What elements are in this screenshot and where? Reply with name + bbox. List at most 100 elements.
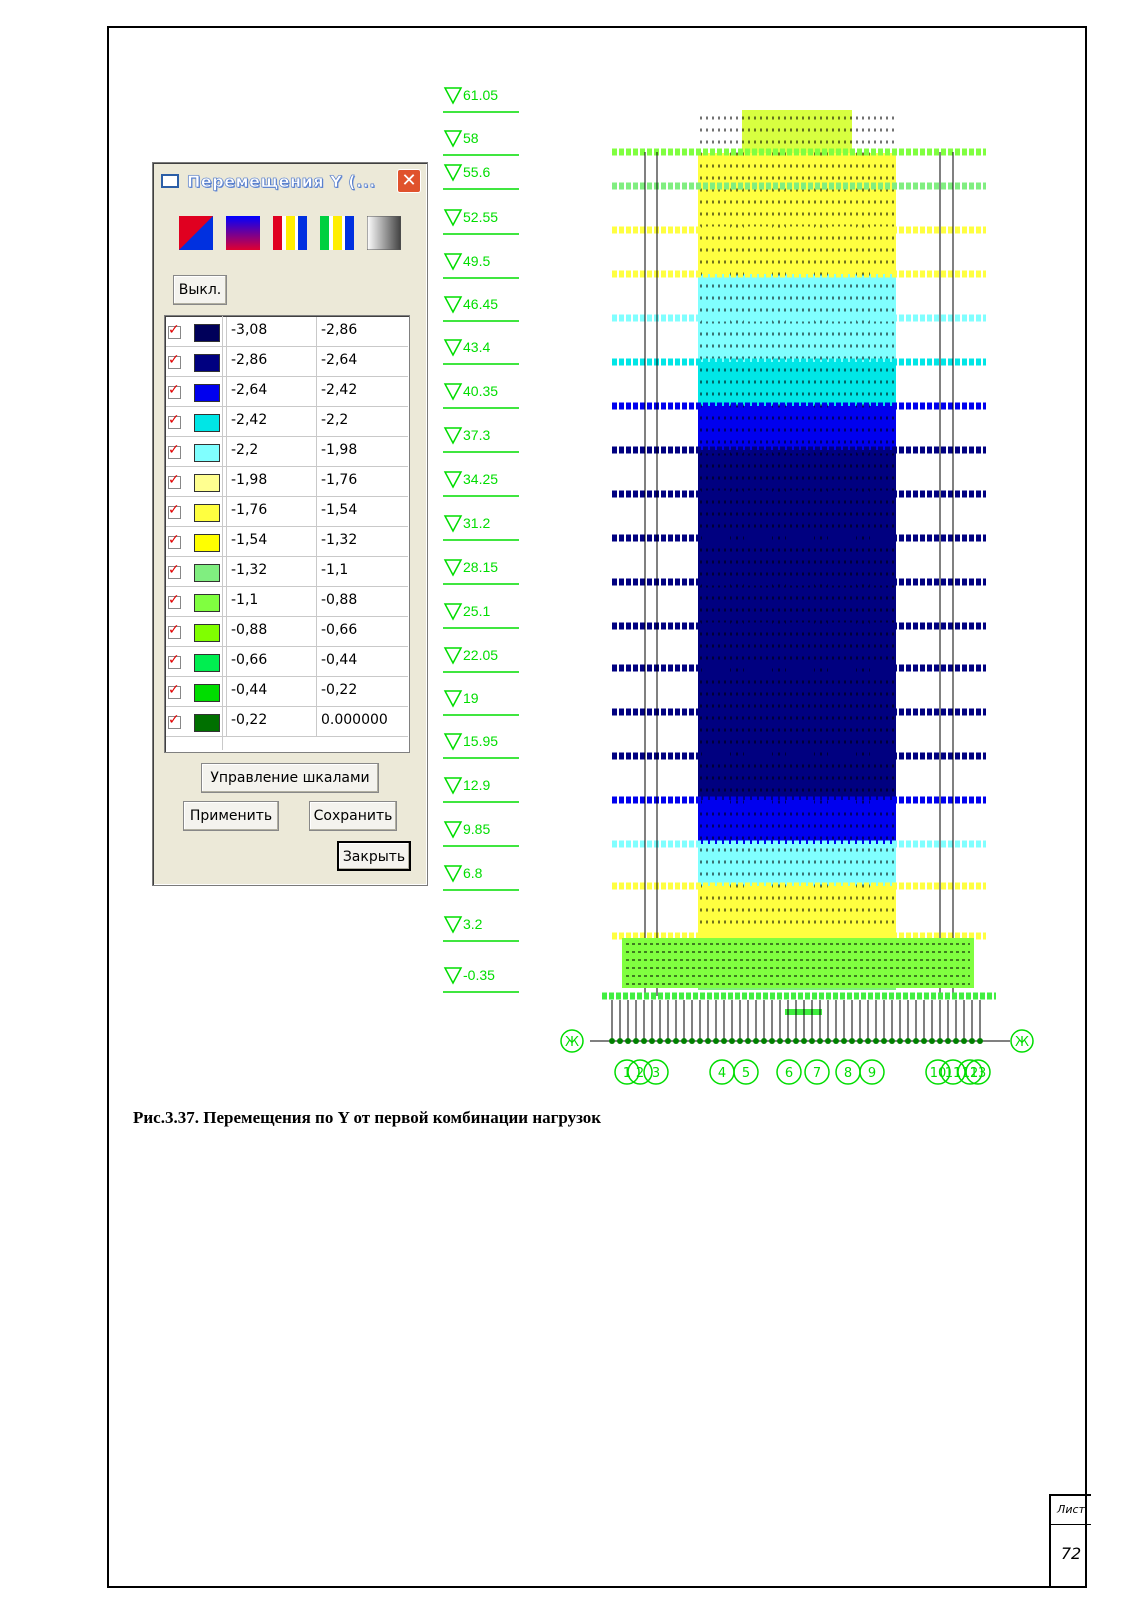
legend-color-swatch[interactable] [194,354,220,372]
level-label: 40.35 [463,383,498,399]
legend-from[interactable]: -2,2 [226,437,316,467]
level-label: 34.25 [463,471,498,487]
legend-color-swatch[interactable] [194,384,220,402]
legend-checkbox[interactable] [168,592,181,609]
legend-to[interactable]: -2,42 [316,377,408,407]
legend-color-swatch[interactable] [194,504,220,522]
axis-column-label: 3 [652,1066,660,1081]
core-band [698,450,896,494]
legend-from[interactable]: -2,42 [226,407,316,437]
legend-to[interactable]: -2,64 [316,347,408,377]
legend-to[interactable]: -0,88 [316,587,408,617]
level-marker-icon [443,733,463,751]
level-marker-icon [443,603,463,621]
legend-to[interactable]: -0,44 [316,647,408,677]
pile-node [705,1038,711,1044]
legend-color-swatch[interactable] [194,594,220,612]
legend-to[interactable]: -0,22 [316,677,408,707]
legend-to[interactable]: -1,76 [316,467,408,497]
scheme-gradient-icon[interactable] [226,216,260,250]
legend-to[interactable]: -1,1 [316,557,408,587]
pile-node [801,1038,807,1044]
scheme-diagonal-icon[interactable] [179,216,213,250]
legend-from[interactable]: -2,64 [226,377,316,407]
save-button[interactable]: Сохранить [309,801,397,831]
legend-color-swatch[interactable] [194,714,220,732]
legend-checkbox[interactable] [168,352,181,369]
legend-checkbox[interactable] [168,322,181,339]
figure-caption: Рис.3.37. Перемещения по Y от первой ком… [133,1108,602,1127]
dialog-titlebar[interactable]: Перемещения Y (... ✕ [157,167,423,197]
pile-node [865,1038,871,1044]
pile-node [777,1038,783,1044]
legend-from[interactable]: -0,66 [226,647,316,677]
legend-to[interactable]: -1,98 [316,437,408,467]
scheme-red-yellow-blue-icon[interactable] [273,216,307,250]
legend-checkbox[interactable] [168,472,181,489]
legend-color-swatch[interactable] [194,654,220,672]
pile-node [681,1038,687,1044]
legend-from[interactable]: -1,98 [226,467,316,497]
legend-checkbox[interactable] [168,682,181,699]
legend-color-swatch[interactable] [194,444,220,462]
level-marker-icon [443,130,463,148]
legend-from[interactable]: -3,08 [226,317,316,347]
close-button[interactable]: Закрыть [337,841,411,871]
legend-checkbox[interactable] [168,712,181,729]
legend-checkbox[interactable] [168,622,181,639]
legend-from[interactable]: -0,44 [226,677,316,707]
legend-dialog: Перемещения Y (... ✕ Выкл. -3,08-2,86-2,… [152,162,428,886]
axis-column-label: 9 [868,1066,876,1081]
legend-to[interactable]: -1,32 [316,527,408,557]
legend-checkbox[interactable] [168,442,181,459]
legend-checkbox[interactable] [168,562,181,579]
level-label: 3.2 [463,916,483,932]
legend-color-swatch[interactable] [194,474,220,492]
legend-checkbox[interactable] [168,532,181,549]
scheme-green-yellow-blue-icon[interactable] [320,216,354,250]
level-label: 22.05 [463,647,498,663]
legend-checkbox[interactable] [168,412,181,429]
pile-node [729,1038,735,1044]
axis-column-label: 13 [970,1066,987,1081]
pile-node [857,1038,863,1044]
legend-from[interactable]: -1,32 [226,557,316,587]
legend-to[interactable]: -2,86 [316,317,408,347]
core-band [698,318,896,362]
axis-column-label: 4 [718,1066,726,1081]
legend-from[interactable]: -0,22 [226,707,316,737]
legend-checkbox[interactable] [168,652,181,669]
off-button[interactable]: Выкл. [173,275,227,305]
level-label: 52.55 [463,209,498,225]
legend-row: -0,44-0,22 [166,677,408,707]
axis-column-label: 6 [785,1066,793,1081]
pile-node [769,1038,775,1044]
legend-color-swatch[interactable] [194,324,220,342]
level-marker-icon [443,164,463,182]
legend-to[interactable]: -0,66 [316,617,408,647]
legend-to[interactable]: -2,2 [316,407,408,437]
pile-node [817,1038,823,1044]
level-marker-icon [443,777,463,795]
legend-color-swatch[interactable] [194,534,220,552]
legend-color-swatch[interactable] [194,564,220,582]
level-marker-icon [443,471,463,489]
legend-from[interactable]: -2,86 [226,347,316,377]
legend-to[interactable]: 0.000000 [316,707,408,737]
scheme-grayscale-icon[interactable] [367,216,401,250]
legend-color-swatch[interactable] [194,684,220,702]
legend-color-swatch[interactable] [194,414,220,432]
legend-checkbox[interactable] [168,382,181,399]
legend-checkbox[interactable] [168,502,181,519]
legend-from[interactable]: -1,54 [226,527,316,557]
level-label: 12.9 [463,777,490,793]
legend-from[interactable]: -1,1 [226,587,316,617]
legend-from[interactable]: -0,88 [226,617,316,647]
apply-button[interactable]: Применить [183,801,279,831]
scale-control-button[interactable]: Управление шкалами [201,763,379,793]
close-icon[interactable]: ✕ [397,169,421,193]
legend-to[interactable]: -1,54 [316,497,408,527]
pile-node [833,1038,839,1044]
legend-from[interactable]: -1,76 [226,497,316,527]
legend-color-swatch[interactable] [194,624,220,642]
